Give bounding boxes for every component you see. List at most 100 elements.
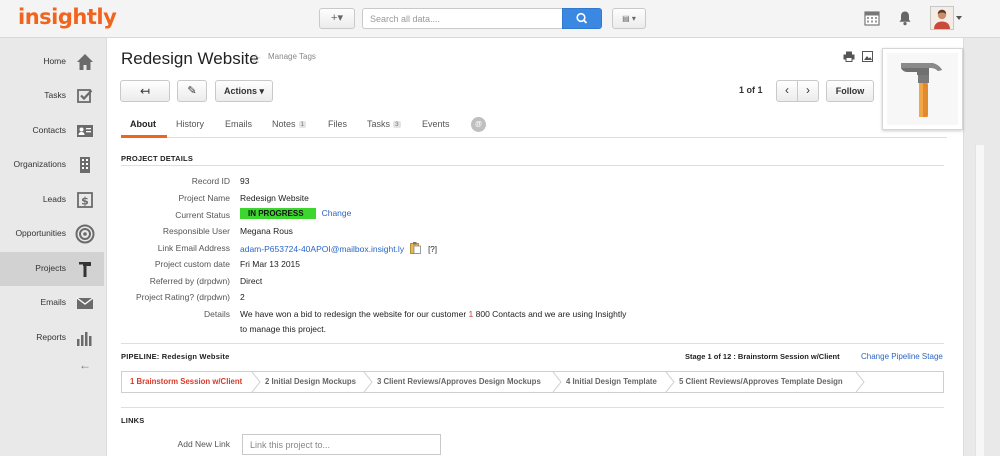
- sidebar-item-contacts[interactable]: Contacts: [0, 114, 104, 148]
- tab-label: About: [130, 119, 156, 129]
- tab-label: Tasks: [367, 119, 391, 129]
- chevron-right-icon: [251, 372, 261, 392]
- tab-events[interactable]: Events: [422, 119, 450, 129]
- organizations-icon: [74, 154, 96, 176]
- tab-about[interactable]: About: [130, 119, 156, 129]
- project-image-card[interactable]: [882, 48, 963, 130]
- search-button[interactable]: [562, 8, 602, 29]
- tab-label: Emails: [225, 119, 253, 129]
- pipeline-stage-4[interactable]: 4 Initial Design Template: [566, 372, 657, 392]
- sidebar-item-tasks[interactable]: Tasks: [0, 79, 104, 113]
- referred-by-value: Direct: [240, 276, 263, 286]
- current-status-value: IN PROGRESS Change: [240, 208, 351, 219]
- add-new-link-label: Add New Link: [177, 439, 230, 449]
- section-divider: [121, 407, 944, 408]
- chevron-right-icon: [363, 372, 373, 392]
- tab-notes[interactable]: Notes 1: [272, 119, 307, 129]
- tab-label: Notes: [272, 119, 296, 129]
- sidebar-item-label: Emails: [40, 297, 66, 307]
- chat-icon[interactable]: @: [471, 117, 486, 132]
- sidebar-item-emails[interactable]: Emails: [0, 286, 104, 320]
- copy-icon[interactable]: [410, 242, 421, 256]
- tab-history[interactable]: History: [176, 119, 204, 129]
- tab-tasks[interactable]: Tasks 3: [367, 119, 401, 129]
- contacts-icon: [74, 120, 96, 142]
- pipeline-stage-info: Stage 1 of 12 : Brainstorm Session w/Cli…: [685, 352, 840, 361]
- pipeline-stage-2[interactable]: 2 Initial Design Mockups: [265, 372, 356, 392]
- insightly-logo[interactable]: insightly: [18, 5, 117, 29]
- edit-button[interactable]: ✎: [177, 80, 207, 102]
- svg-text:$: $: [81, 195, 89, 208]
- image-icon[interactable]: [862, 51, 873, 62]
- sidebar-item-label: Projects: [35, 263, 66, 273]
- tab-files[interactable]: Files: [328, 119, 347, 129]
- pipeline-stage-3[interactable]: 3 Client Reviews/Approves Design Mockups: [377, 372, 541, 392]
- star-icon[interactable]: ☆: [250, 51, 262, 67]
- hammer-icon: [74, 258, 96, 280]
- page-title: Redesign Website: [121, 49, 259, 68]
- sidebar-item-home[interactable]: Home: [0, 45, 104, 79]
- sidebar: Home Tasks Contacts Organizations Leads …: [0, 38, 104, 456]
- sidebar-item-reports[interactable]: Reports: [0, 321, 104, 355]
- link-email-address[interactable]: adam-P653724-40APOI@mailbox.insight.ly: [240, 244, 404, 254]
- target-icon: [74, 223, 96, 245]
- link-project-input[interactable]: [242, 434, 441, 455]
- sidebar-item-leads[interactable]: Leads $: [0, 183, 104, 217]
- project-custom-date-value: Fri Mar 13 2015: [240, 259, 300, 269]
- add-new-button[interactable]: +▾: [319, 8, 355, 29]
- sidebar-item-label: Home: [43, 56, 66, 66]
- tab-label: Files: [328, 119, 348, 129]
- sidebar-item-opportunities[interactable]: Opportunities: [0, 217, 104, 251]
- sidebar-item-label: Leads: [42, 194, 66, 204]
- change-status-link[interactable]: Change: [322, 208, 352, 218]
- project-image: [887, 53, 958, 125]
- field-label: Project custom date: [154, 259, 230, 269]
- sidebar-item-label: Opportunities: [15, 228, 66, 238]
- section-divider: [121, 165, 944, 166]
- change-pipeline-stage-link[interactable]: Change Pipeline Stage: [861, 352, 943, 361]
- sidebar-item-projects[interactable]: Projects: [0, 252, 104, 286]
- previous-record-button[interactable]: ‹: [776, 80, 798, 102]
- actions-dropdown[interactable]: Actions ▾: [215, 80, 273, 102]
- search-icon: [576, 12, 588, 24]
- hammer-icon: [901, 63, 942, 117]
- link-email-value: adam-P653724-40APOI@mailbox.insight.ly [?…: [240, 242, 437, 256]
- print-icon[interactable]: [843, 51, 855, 62]
- back-button[interactable]: ↤: [120, 80, 170, 102]
- project-name-value: Redesign Website: [240, 193, 309, 203]
- search-input[interactable]: [362, 8, 562, 29]
- details-value-line1: We have won a bid to redesign the websit…: [240, 309, 626, 319]
- help-link[interactable]: [?]: [428, 245, 437, 254]
- manage-tags-link[interactable]: Manage Tags: [268, 52, 316, 61]
- scrollbar[interactable]: [975, 145, 984, 456]
- pipeline-stage-1[interactable]: 1 Brainstorm Session w/Client: [130, 372, 242, 392]
- field-label: Details: [204, 309, 230, 319]
- pipeline-stage-5[interactable]: 5 Client Reviews/Approves Template Desig…: [679, 372, 843, 392]
- record-pager: 1 of 1: [739, 85, 763, 95]
- section-divider: [121, 343, 944, 344]
- project-details-heading: PROJECT DETAILS: [121, 154, 194, 163]
- notification-bell-icon[interactable]: [896, 9, 916, 29]
- pipeline-name: Redesign Website: [161, 352, 230, 361]
- count-badge: 3: [393, 121, 401, 128]
- user-menu[interactable]: [930, 6, 962, 32]
- envelope-icon: [74, 292, 96, 314]
- field-label: Project Name: [178, 193, 231, 203]
- leads-icon: $: [74, 189, 96, 211]
- sidebar-item-organizations[interactable]: Organizations: [0, 148, 104, 182]
- collapse-sidebar-arrow-icon[interactable]: ←: [79, 358, 91, 372]
- next-record-button[interactable]: ›: [797, 80, 819, 102]
- pipeline-stages: 1 Brainstorm Session w/Client 2 Initial …: [121, 371, 944, 393]
- view-menu-button[interactable]: ▤ ▾: [612, 8, 646, 29]
- calendar-icon[interactable]: [863, 9, 883, 29]
- project-rating-value: 2: [240, 292, 245, 302]
- record-id-value: 93: [240, 176, 250, 186]
- follow-button[interactable]: Follow: [826, 80, 874, 102]
- pipeline-heading: PIPELINE: Redesign Website: [121, 352, 229, 361]
- field-label: Link Email Address: [157, 243, 230, 253]
- record-tabs: About History Emails Notes 1 Files Tasks 3…: [121, 114, 947, 138]
- tab-label: History: [176, 119, 205, 129]
- details-text: We have won a bid to redesign the websit…: [240, 309, 469, 319]
- tab-emails[interactable]: Emails: [225, 119, 252, 129]
- sidebar-item-label: Contacts: [32, 125, 66, 135]
